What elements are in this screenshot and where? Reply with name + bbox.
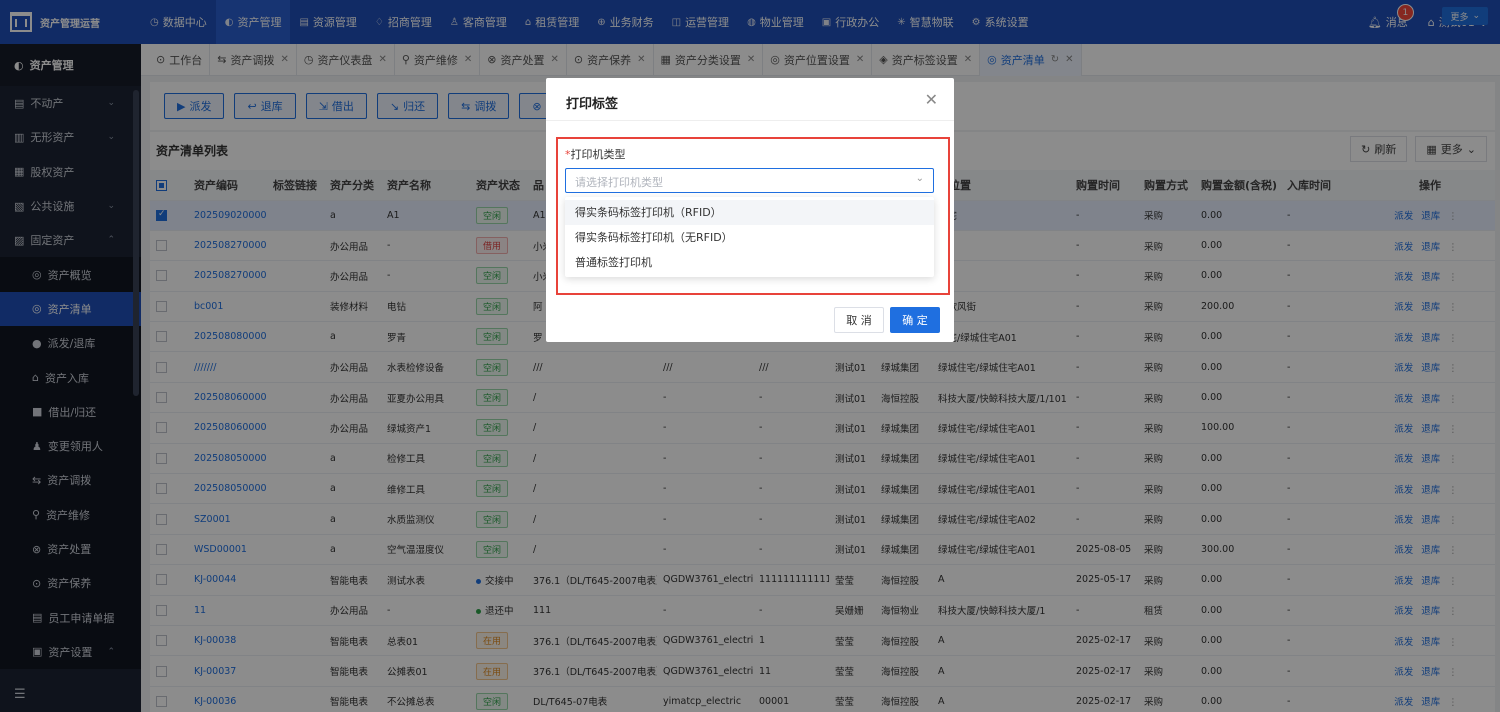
printer-type-option-1[interactable]: 得实条码标签打印机（无RFID） — [565, 225, 934, 250]
printer-type-placeholder: 请选择打印机类型 — [575, 176, 663, 189]
cancel-button[interactable]: 取 消 — [834, 307, 884, 333]
dialog-title: 打印标签 — [566, 97, 619, 112]
close-icon[interactable]: ✕ — [925, 90, 938, 109]
printer-type-option-2[interactable]: 普通标签打印机 — [565, 250, 934, 275]
printer-type-dropdown: 得实条码标签打印机（RFID） 得实条码标签打印机（无RFID） 普通标签打印机 — [565, 197, 934, 277]
print-label-dialog: 打印标签 ✕ *打印机类型 请选择打印机类型 ⌄ 得实条码标签打印机（RFID）… — [546, 78, 954, 342]
chevron-down-icon: ⌄ — [915, 173, 924, 184]
printer-type-select[interactable]: 请选择打印机类型 ⌄ — [565, 168, 934, 193]
printer-type-option-0[interactable]: 得实条码标签打印机（RFID） — [565, 200, 934, 225]
confirm-button[interactable]: 确 定 — [890, 307, 940, 333]
printer-type-label: *打印机类型 — [565, 146, 626, 162]
printer-type-label-text: 打印机类型 — [570, 148, 626, 161]
dialog-divider — [546, 120, 954, 121]
